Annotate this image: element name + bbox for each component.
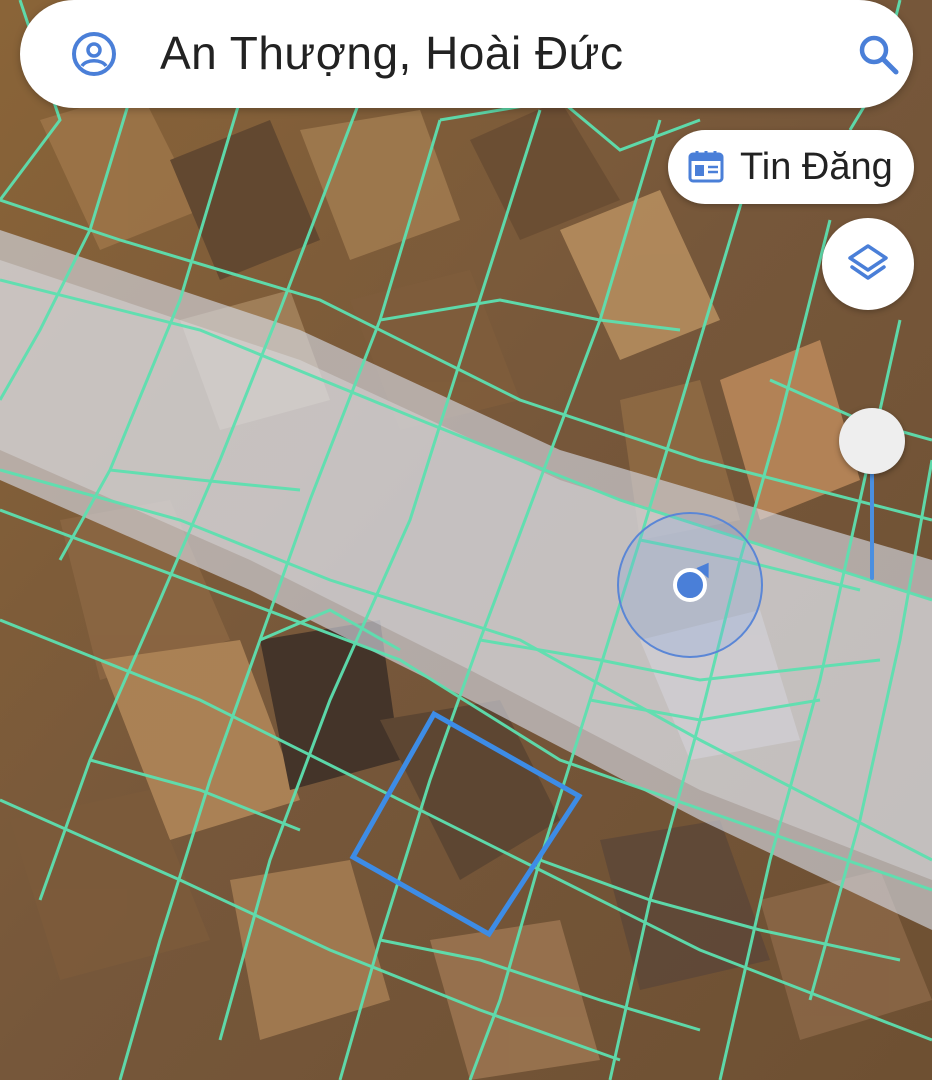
- layers-icon: [848, 244, 888, 280]
- search-bar[interactable]: An Thượng, Hoài Đức: [20, 0, 913, 108]
- search-icon[interactable]: [854, 30, 902, 78]
- layers-button[interactable]: [822, 218, 914, 310]
- opacity-slider-thumb[interactable]: [839, 408, 905, 474]
- tin-dang-button[interactable]: Tin Đăng: [668, 130, 914, 204]
- news-listing-icon: [688, 151, 724, 183]
- search-input[interactable]: An Thượng, Hoài Đức: [160, 26, 623, 80]
- current-location-marker[interactable]: [617, 512, 763, 658]
- tin-dang-label: Tin Đăng: [740, 146, 893, 188]
- user-circle-icon[interactable]: [70, 30, 118, 78]
